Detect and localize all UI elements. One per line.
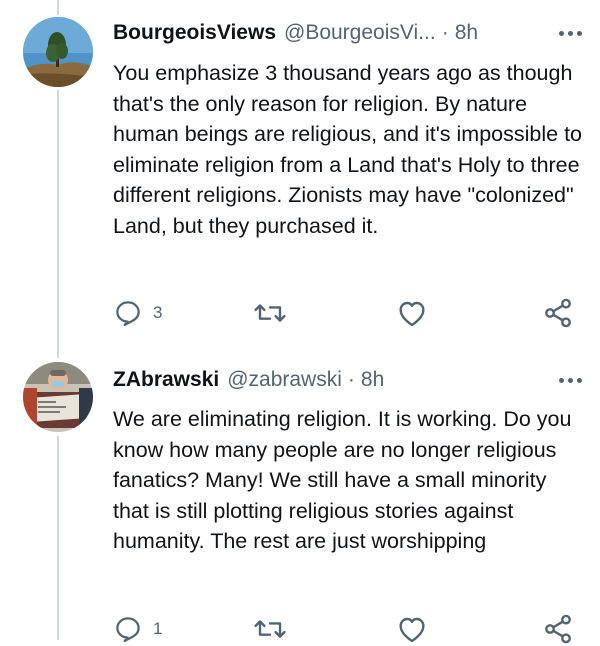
display-name[interactable]: BourgeoisViews [113,21,276,45]
tweet-text: You emphasize 3 thousand years ago as th… [113,61,583,238]
action-bar: 1 [113,612,583,646]
more-icon[interactable] [559,18,582,48]
tweet-bourgeoisviews[interactable]: BourgeoisViews @BourgeoisVi... · 8h You … [0,0,600,345]
tweet-zabrawski[interactable]: ZAbrawski @zabrawski · 8h We are elimina… [0,345,600,644]
user-handle[interactable]: @zabrawski [227,368,342,392]
user-handle[interactable]: @BourgeoisVi... [284,21,436,45]
header-separator: · [441,21,449,44]
avatar[interactable] [23,17,93,87]
like-icon [399,301,425,327]
share-icon [545,614,571,644]
reply-icon [116,301,140,326]
reply-count: 3 [153,303,163,322]
retweet-icon [254,304,286,322]
action-bar: 3 [113,296,583,330]
more-icon[interactable] [559,365,582,395]
display-name[interactable]: ZAbrawski [113,368,219,392]
reply-button[interactable]: 3 [113,296,162,330]
like-button[interactable] [396,612,428,646]
retweet-button[interactable] [253,612,287,646]
tweet-text: We are eliminating religion. It is worki… [113,407,572,553]
header-separator: · [347,368,355,391]
avatar[interactable] [23,362,93,432]
avatar-protest-sign-image [23,362,93,432]
retweet-button[interactable] [253,296,287,330]
timestamp[interactable]: 8h [455,21,478,45]
tweet-header: ZAbrawski @zabrawski · 8h [113,365,580,395]
tweet-header: BourgeoisViews @BourgeoisVi... · 8h [113,18,580,48]
avatar-landscape-image [23,17,93,87]
like-button[interactable] [396,296,428,330]
reply-button[interactable]: 1 [113,612,162,646]
share-icon [545,298,571,328]
timestamp[interactable]: 8h [361,368,384,392]
share-button[interactable] [541,296,575,330]
share-button[interactable] [541,612,575,646]
reply-count: 1 [153,619,163,638]
